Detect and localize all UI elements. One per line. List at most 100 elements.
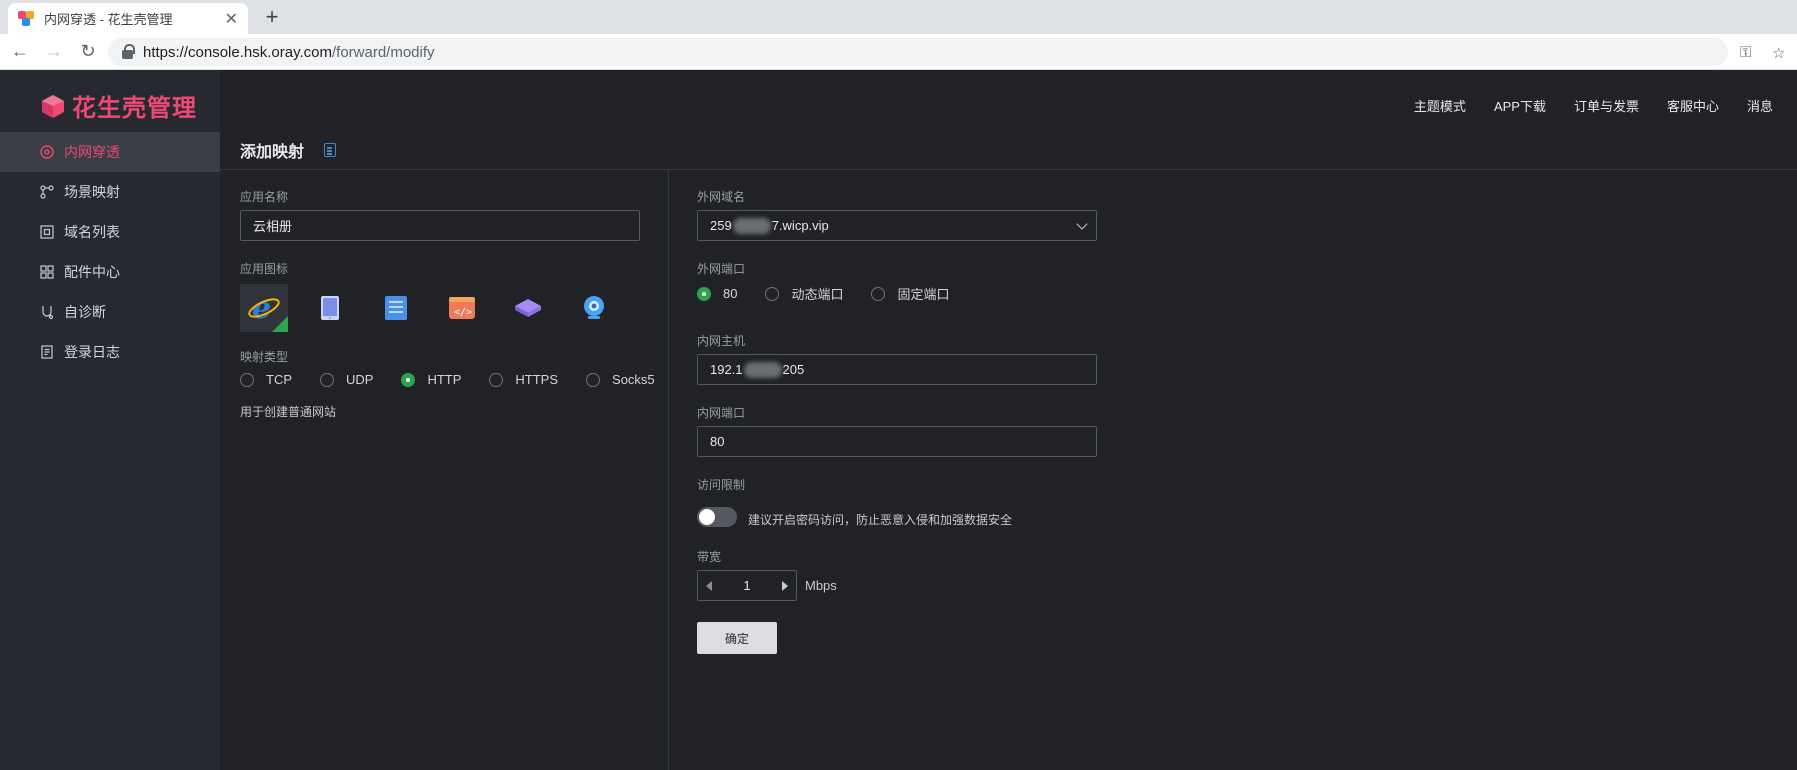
app-name-label: 应用名称 [240,190,289,204]
column-divider [668,170,669,770]
radio-label: HTTP [427,372,462,387]
topnav-messages[interactable]: 消息 [1747,96,1773,115]
logo[interactable]: 花生壳管理 [40,88,197,123]
app-icon-option[interactable] [504,284,552,332]
page-title: 添加映射 [240,144,305,161]
sidebar-item-label: 内网穿透 [64,144,120,160]
int-host-prefix: 192.1 [710,362,743,377]
access-hint: 建议开启密码访问，防止恶意入侵和加强数据安全 [748,513,1013,527]
chevron-down-icon [1076,218,1088,230]
redacted-blur [732,217,771,234]
radio-label: UDP [346,372,374,387]
key-icon[interactable]: ⚿ [1740,44,1751,61]
page-header: 添加映射 [240,138,337,162]
int-host-suffix: 205 [782,362,805,377]
layers-icon [515,299,541,317]
header-divider [220,169,1797,170]
ie-icon: e [248,291,280,325]
top-nav: 主题模式 APP下载 订单与发票 客服中心 消息 [1414,96,1773,115]
app-icon-option[interactable] [570,284,618,332]
tab-title: 内网穿透 - 花生壳管理 [44,12,173,27]
app-icon-option[interactable] [372,284,420,332]
domain-icon [40,225,54,239]
radio-dot [320,372,334,387]
redacted-blur [743,361,782,378]
radio-dot [401,372,416,387]
ext-domain-select[interactable]: 259 7.wicp.vip [697,210,1097,241]
mapping-type-label: 映射类型 [240,350,289,364]
new-tab-icon[interactable]: + [260,3,284,31]
bandwidth-label: 带宽 [697,550,722,564]
sidebar-item-domains[interactable]: 域名列表 [0,212,220,252]
int-port-input[interactable]: 80 [697,426,1097,457]
reload-icon[interactable]: ↻ [74,41,102,62]
sidebar-item-diagnose[interactable]: 自诊断 [0,292,220,332]
radio-port-80[interactable]: 80 [697,286,737,301]
bandwidth-value: 1 [743,578,751,593]
radio-dot [586,372,601,387]
app-icon-label: 应用图标 [240,262,289,276]
sidebar-item-label: 配件中心 [64,264,120,280]
app: 花生壳管理 内网穿透 场景映射 域名列表 配件中心 自诊断 登录日志 主题模式 … [0,70,1797,770]
radio-https[interactable]: HTTPS [489,372,558,387]
increment-icon[interactable] [781,580,788,591]
submit-button[interactable]: 确定 [697,622,777,654]
app-icon-option[interactable]: e [240,284,288,332]
radio-label: 80 [723,286,738,301]
app-name-input[interactable]: 云相册 [240,210,640,241]
star-icon[interactable]: ☆ [1772,44,1785,62]
svg-text:e: e [252,291,271,325]
topnav-app-download[interactable]: APP下载 [1494,96,1546,115]
radio-label: HTTPS [515,372,559,387]
svg-text:</>: </> [454,307,472,318]
scene-icon [40,185,54,199]
grid-icon [40,265,54,279]
int-port-label: 内网端口 [697,406,746,420]
topnav-support[interactable]: 客服中心 [1667,96,1719,115]
radio-udp[interactable]: UDP [320,372,373,387]
radio-label: 动态端口 [791,287,844,302]
forward-icon[interactable]: → [40,41,68,62]
radio-dot [489,372,504,387]
int-host-input[interactable]: 192.1 205 [697,354,1097,385]
doc-icon[interactable] [324,143,337,157]
lock-icon [122,43,135,59]
radio-port-fixed[interactable]: 固定端口 [871,284,950,303]
ext-port-group: 80 动态端口 固定端口 [697,284,978,303]
radio-dot [240,372,254,387]
log-icon [41,345,53,359]
radio-label: 固定端口 [897,287,950,302]
sidebar-nav: 内网穿透 场景映射 域名列表 配件中心 自诊断 登录日志 [0,132,220,372]
tab-close-icon[interactable]: ✕ [225,9,238,29]
int-host-label: 内网主机 [697,334,746,348]
logo-text: 花生壳管理 [72,95,197,122]
topnav-theme[interactable]: 主题模式 [1414,96,1466,115]
sidebar-item-intranet[interactable]: 内网穿透 [0,132,220,172]
url-input[interactable]: https://console.hsk.oray.com/forward/mod… [108,38,1728,66]
bandwidth-stepper[interactable]: 1 [697,570,797,601]
ext-domain-suffix: 7.wicp.vip [771,218,829,233]
int-port-value: 80 [710,434,725,449]
radio-http[interactable]: HTTP [401,372,461,387]
app-name-value: 云相册 [253,219,293,234]
sidebar-item-label: 场景映射 [64,184,120,200]
app-icon-option[interactable]: </> [438,284,486,332]
radio-tcp[interactable]: TCP [240,372,292,387]
radio-label: Socks5 [612,372,655,387]
sidebar-item-scene[interactable]: 场景映射 [0,172,220,212]
radio-socks5[interactable]: Socks5 [586,372,655,387]
sidebar-item-accessories[interactable]: 配件中心 [0,252,220,292]
sidebar-item-login-log[interactable]: 登录日志 [0,332,220,372]
sidebar-item-label: 自诊断 [64,304,106,320]
back-icon[interactable]: ← [6,41,34,62]
decrement-icon[interactable] [706,580,712,591]
radio-label: TCP [266,372,292,387]
tablet-icon [321,296,339,320]
browser-tab[interactable]: 内网穿透 - 花生壳管理 ✕ [8,3,248,34]
app-icon-option[interactable] [306,284,354,332]
diagnose-icon [42,306,54,319]
access-toggle[interactable] [697,507,737,527]
radio-port-dynamic[interactable]: 动态端口 [765,284,843,303]
topnav-orders[interactable]: 订单与发票 [1574,96,1639,115]
app-icon-picker: e </> [240,284,636,332]
